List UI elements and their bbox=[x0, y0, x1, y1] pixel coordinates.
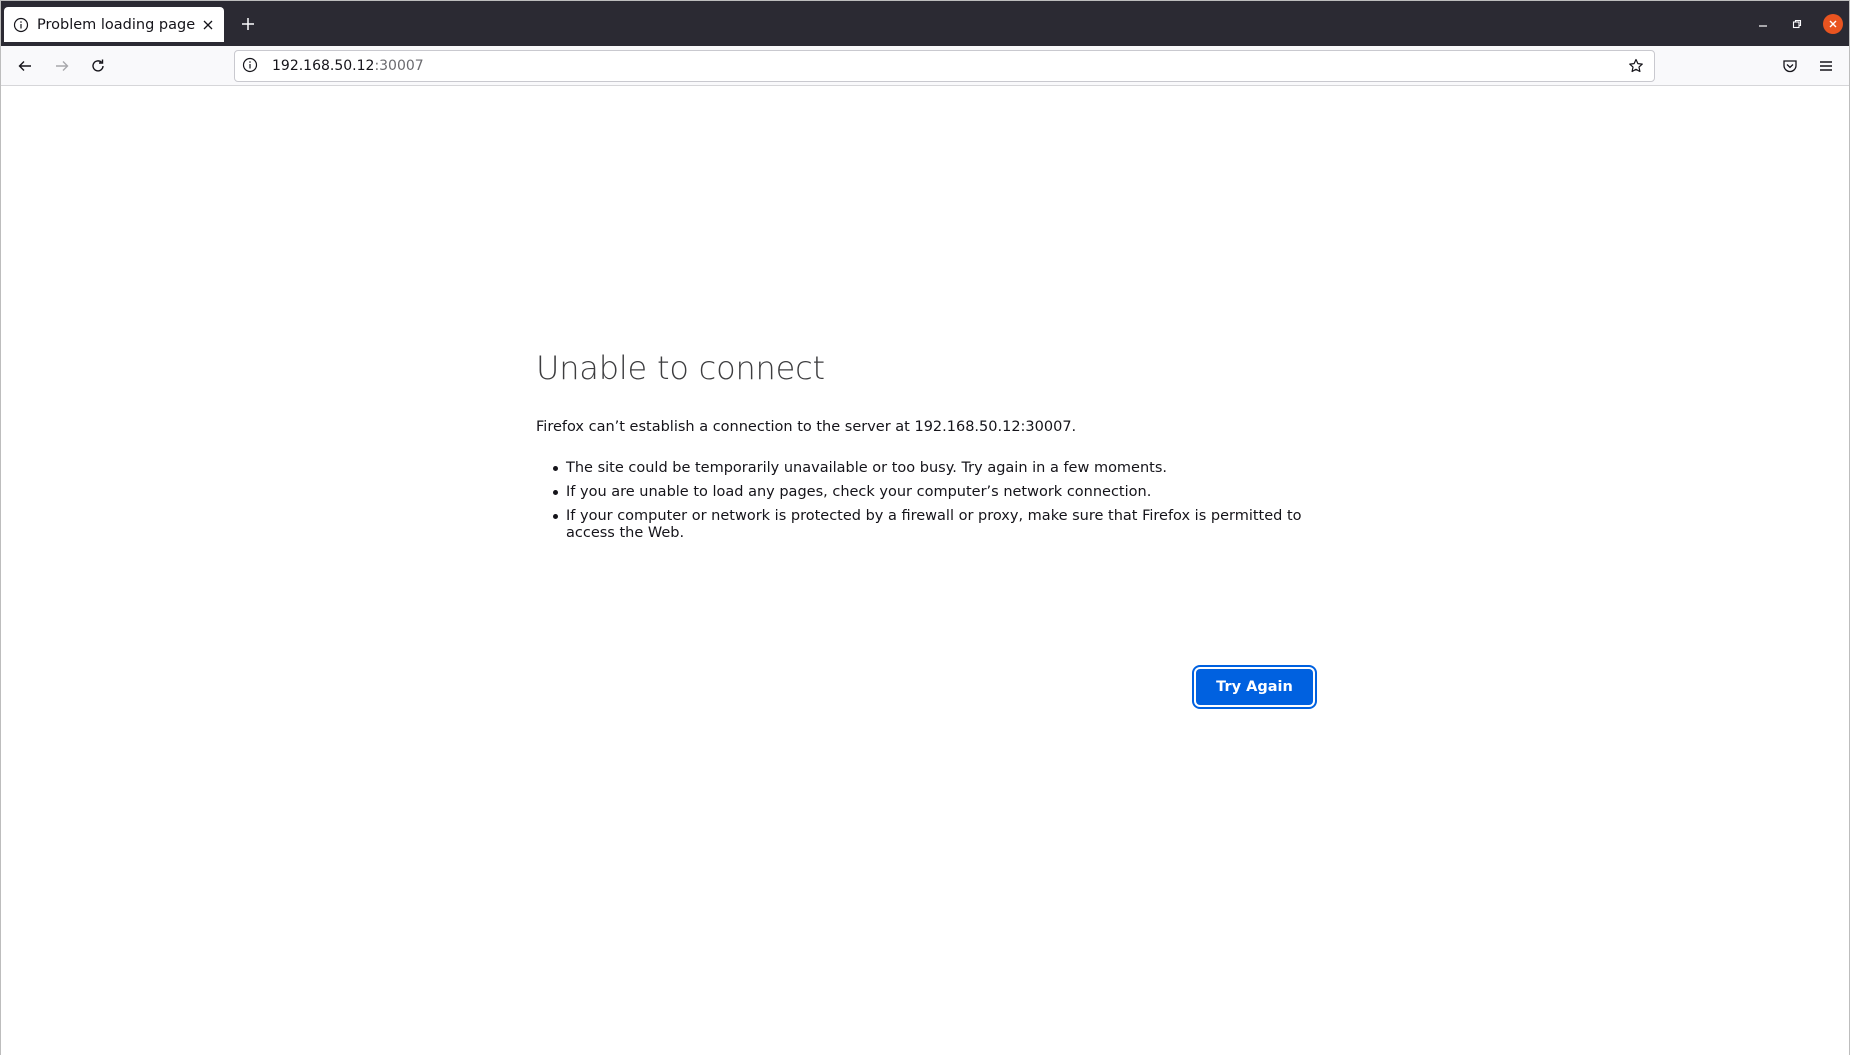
info-icon bbox=[13, 17, 29, 33]
url-port: :30007 bbox=[374, 58, 424, 74]
address-bar[interactable]: 192.168.50.12:30007 bbox=[234, 50, 1655, 82]
error-container: Unable to connect Firefox can’t establis… bbox=[536, 349, 1316, 549]
tab-title: Problem loading page bbox=[37, 16, 196, 33]
site-info-icon[interactable] bbox=[242, 57, 260, 75]
suggestion-item: If you are unable to load any pages, che… bbox=[536, 484, 1316, 501]
url-text[interactable]: 192.168.50.12:30007 bbox=[272, 58, 1626, 74]
error-description: Firefox can’t establish a connection to … bbox=[536, 419, 1077, 435]
browser-window: Problem loading page 192.168.50.12:30007… bbox=[0, 0, 1850, 1056]
forward-arrow-icon[interactable] bbox=[51, 55, 73, 77]
suggestion-item: If your computer or network is protected… bbox=[536, 508, 1316, 542]
tab-problem-loading-page[interactable]: Problem loading page bbox=[4, 7, 224, 42]
navigation-toolbar: 192.168.50.12:30007 bbox=[1, 46, 1849, 86]
try-again-button[interactable]: Try Again bbox=[1196, 669, 1313, 705]
pocket-icon[interactable] bbox=[1779, 55, 1801, 77]
close-tab-icon[interactable] bbox=[198, 15, 218, 35]
page-content bbox=[1, 87, 1849, 1056]
minimize-icon[interactable] bbox=[1753, 14, 1773, 34]
back-arrow-icon[interactable] bbox=[14, 55, 36, 77]
suggestion-item: The site could be temporarily unavailabl… bbox=[536, 460, 1316, 477]
error-title: Unable to connect bbox=[536, 349, 825, 387]
error-suggestions-list: The site could be temporarily unavailabl… bbox=[536, 460, 1316, 542]
restore-icon[interactable] bbox=[1787, 14, 1807, 34]
new-tab-plus-icon[interactable] bbox=[237, 13, 259, 35]
hamburger-menu-icon[interactable] bbox=[1815, 55, 1837, 77]
tab-bar: Problem loading page bbox=[1, 1, 1849, 46]
close-window-icon[interactable] bbox=[1823, 14, 1843, 34]
url-host: 192.168.50.12 bbox=[272, 58, 375, 74]
reload-icon[interactable] bbox=[87, 55, 109, 77]
bookmark-star-icon[interactable] bbox=[1626, 56, 1646, 76]
